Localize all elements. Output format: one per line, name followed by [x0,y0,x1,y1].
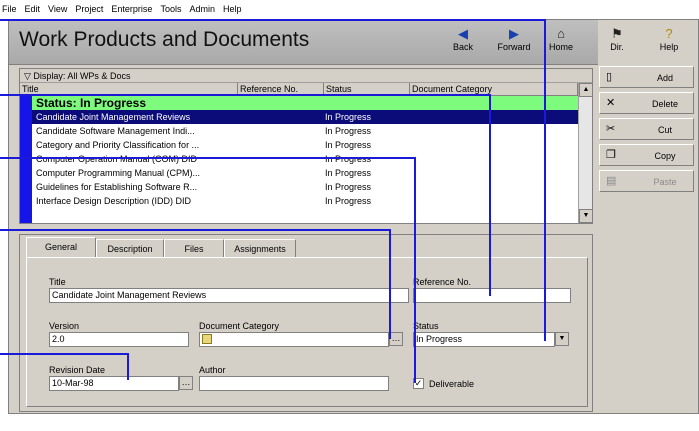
list-item[interactable]: Computer Operation Manual (COM) DID In Pr… [32,152,578,166]
detail-panel: General Description Files Assignments Ti… [19,234,593,412]
callout-line [127,353,129,380]
revision-date-label: Revision Date [49,365,106,375]
author-field[interactable] [199,376,389,391]
delete-button[interactable]: ✕ Delete [599,92,694,114]
doc-category-browse-button[interactable]: … [389,332,403,346]
back-arrow-icon: ◀ [458,26,468,41]
tab-assignments[interactable]: Assignments [224,239,296,257]
home-button[interactable]: ⌂ Home [543,26,579,52]
add-button[interactable]: ▯ Add [599,66,694,88]
new-document-icon: ▯ [606,71,613,83]
scissors-icon: ✂ [606,123,616,135]
title-label: Title [49,277,66,287]
callout-line [489,94,491,296]
work-product-list: ▽ Display: All WPs & Docs Title Referenc… [19,68,593,224]
callout-line [389,229,391,339]
title-field[interactable]: Candidate Joint Management Reviews [49,288,409,303]
list-item[interactable]: Computer Programming Manual (CPM)... In P… [32,166,578,180]
list-item[interactable]: Candidate Joint Management Reviews In Pro… [32,110,578,124]
deliverable-label: Deliverable [429,379,475,389]
page-title: Work Products and Documents [19,28,310,51]
menu-edit[interactable]: Edit [25,4,41,14]
callout-line [0,157,415,159]
date-picker-button[interactable]: … [179,376,193,390]
menu-file[interactable]: File [2,4,17,14]
copy-icon: ❐ [606,149,616,161]
document-icon [202,334,212,344]
list-item[interactable]: Guidelines for Establishing Software R..… [32,180,578,194]
menu-help[interactable]: Help [223,4,242,14]
author-label: Author [199,365,226,375]
forward-arrow-icon: ▶ [509,26,519,41]
status-select[interactable]: In Progress [413,332,555,347]
doc-category-label: Document Category [199,321,280,331]
general-tab-content: Title Candidate Joint Management Reviews… [26,257,588,407]
help-icon: ? [665,26,673,41]
list-item[interactable]: Interface Design Description (IDD) DID In… [32,194,578,208]
reference-field[interactable] [413,288,571,303]
tab-general[interactable]: General [26,237,96,258]
reference-label: Reference No. [413,277,472,287]
cut-button[interactable]: ✂ Cut [599,118,694,140]
filter-chevron-icon: ▽ [24,71,34,81]
delete-x-icon: ✕ [606,97,616,109]
tab-files[interactable]: Files [164,239,224,257]
home-icon: ⌂ [557,26,565,41]
tab-description[interactable]: Description [96,239,164,257]
group-header[interactable]: Status: In Progress [32,96,578,110]
paste-icon: ▤ [606,175,617,187]
action-buttons: ▯ Add ✕ Delete ✂ Cut ❐ Copy ▤ Paste [599,66,694,431]
callout-line [0,229,390,231]
list-scrollbar[interactable]: ▲ ▼ [578,83,593,223]
callout-line [544,19,546,341]
list-rows: Status: In Progress Candidate Joint Mana… [20,96,578,223]
scroll-down-icon[interactable]: ▼ [579,209,593,223]
menu-view[interactable]: View [48,4,67,14]
row-indicator-bar [20,96,32,223]
dir-button[interactable]: ⚑ Dir. [599,26,635,52]
forward-button[interactable]: ▶ Forward [493,26,535,52]
menu-project[interactable]: Project [75,4,103,14]
callout-line [0,353,128,355]
scroll-up-icon[interactable]: ▲ [579,83,593,97]
version-label: Version [49,321,80,331]
chevron-down-icon[interactable]: ▼ [555,332,569,346]
menu-tools[interactable]: Tools [160,4,181,14]
list-item[interactable]: Candidate Software Management Indi... In … [32,124,578,138]
back-button[interactable]: ◀ Back [445,26,481,52]
display-filter[interactable]: ▽ Display: All WPs & Docs [20,69,592,83]
menu-admin[interactable]: Admin [189,4,215,14]
version-field[interactable]: 2.0 [49,332,189,347]
title-bar: Work Products and Documents ◀ Back ▶ Forwa… [9,20,598,65]
list-item[interactable]: Category and Priority Classification for… [32,138,578,152]
status-label: Status [413,321,439,331]
callout-line [0,94,490,96]
paste-button[interactable]: ▤ Paste [599,170,694,192]
menu-bar: File Edit View Project Enterprise Tools … [0,0,699,18]
help-button[interactable]: ? Help [651,26,687,52]
callout-line [414,157,416,383]
signpost-icon: ⚑ [611,26,623,41]
doc-category-field[interactable] [199,332,389,347]
copy-button[interactable]: ❐ Copy [599,144,694,166]
menu-enterprise[interactable]: Enterprise [111,4,152,14]
callout-line [0,19,544,21]
revision-date-field[interactable]: 10-Mar-98 [49,376,179,391]
